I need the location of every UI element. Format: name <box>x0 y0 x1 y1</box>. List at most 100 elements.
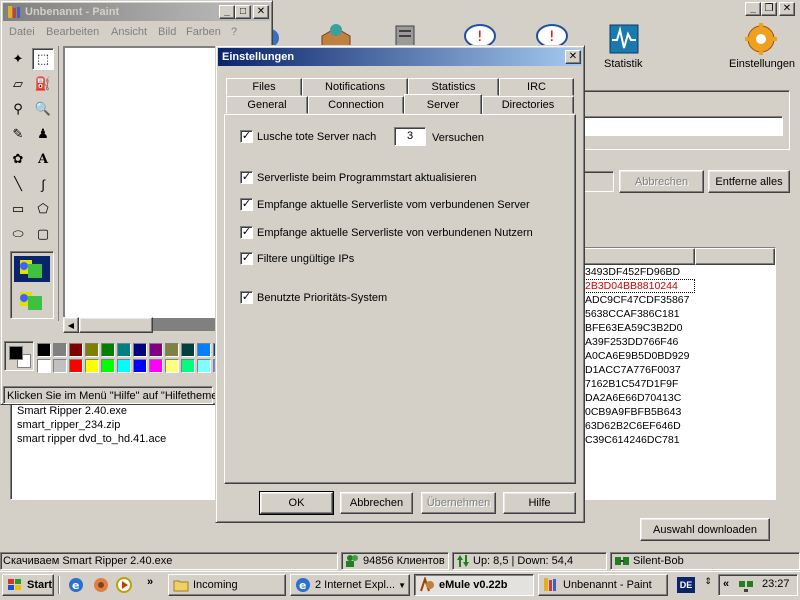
text-tool-icon[interactable]: A <box>32 148 54 170</box>
palette-swatch[interactable] <box>149 359 163 373</box>
list-item[interactable]: smart_ripper_234.zip <box>17 419 120 431</box>
palette-swatch[interactable] <box>181 343 195 357</box>
statistik-label[interactable]: Statistik <box>604 58 643 70</box>
settings-titlebar[interactable]: Einstellungen <box>218 48 582 66</box>
curve-tool-icon[interactable]: ∫ <box>32 173 54 195</box>
tab-connection[interactable]: Connection <box>308 96 404 114</box>
palette-swatch[interactable] <box>117 359 131 373</box>
polygon-tool-icon[interactable]: ⬠ <box>32 198 54 220</box>
task-emule[interactable]: eMule v0.22b <box>414 574 534 596</box>
paint-close-button[interactable]: ✕ <box>253 5 269 19</box>
help-button[interactable]: Hilfe <box>503 492 576 514</box>
hash-cell[interactable]: C39C614246DC781 <box>585 434 680 446</box>
auswahl-downloaden-button[interactable]: Auswahl downloaden <box>640 518 770 541</box>
minimize-button[interactable]: _ <box>745 2 761 16</box>
option-checkbox[interactable]: ✓ <box>240 198 253 211</box>
list-item[interactable]: smart ripper dvd_to_hd.41.ace <box>17 433 166 445</box>
hash-cell[interactable]: 5638CCAF386C181 <box>585 308 680 320</box>
paint-maximize-button[interactable]: □ <box>235 5 251 19</box>
statistics-icon[interactable] <box>609 24 639 54</box>
tab-notifications[interactable]: Notifications <box>302 78 408 96</box>
palette-swatch[interactable] <box>69 343 83 357</box>
close-button[interactable]: ✕ <box>779 2 795 16</box>
palette-swatch[interactable] <box>53 343 67 357</box>
quicklaunch-ie-icon[interactable]: e <box>68 577 84 593</box>
palette-swatch[interactable] <box>37 343 51 357</box>
menu-bild[interactable]: Bild <box>158 26 176 38</box>
menu-farben[interactable]: Farben <box>186 26 221 38</box>
palette-swatch[interactable] <box>85 343 99 357</box>
tab-server[interactable]: Server <box>404 94 482 114</box>
hash-cell[interactable]: 0CB9A9FBFB5B643 <box>585 406 681 418</box>
palette-swatch[interactable] <box>181 359 195 373</box>
ellipse-tool-icon[interactable]: ⬭ <box>7 223 29 245</box>
brush-icon[interactable]: ♟ <box>32 123 54 145</box>
hash-cell[interactable]: ADC9CF47CDF35867 <box>585 294 689 306</box>
maximize-button[interactable]: ❐ <box>761 2 777 16</box>
list-header-column[interactable] <box>580 248 695 265</box>
tray-chevron[interactable]: « <box>723 578 729 590</box>
free-select-icon[interactable]: ✦ <box>7 48 29 70</box>
option-checkbox[interactable]: ✓ <box>240 171 253 184</box>
scroll-left-button[interactable]: ◀ <box>63 317 79 333</box>
option-checkbox[interactable]: ✓ <box>240 291 253 304</box>
tab-directories[interactable]: Directories <box>482 96 574 114</box>
hash-cell[interactable]: 3493DF452FD96BD <box>585 266 680 278</box>
palette-swatch[interactable] <box>165 343 179 357</box>
network-tray-icon[interactable] <box>738 577 754 593</box>
hash-cell[interactable]: 63D62B2C6EF646D <box>585 420 681 432</box>
current-colors-box[interactable] <box>4 341 34 371</box>
menu-ansicht[interactable]: Ansicht <box>111 26 147 38</box>
ok-button[interactable]: OK <box>259 491 334 515</box>
task-paint[interactable]: Unbenannt - Paint <box>538 574 668 596</box>
palette-swatch[interactable] <box>101 343 115 357</box>
paint-canvas[interactable] <box>65 48 225 318</box>
option-checkbox[interactable]: ✓ <box>240 226 253 239</box>
quicklaunch-chevron[interactable]: » <box>147 576 153 588</box>
opaque-option-icon[interactable] <box>14 288 50 314</box>
rect-select-icon[interactable]: ⬚ <box>32 48 54 70</box>
palette-swatch[interactable] <box>165 359 179 373</box>
list-item[interactable]: Smart Ripper 2.40.exe <box>17 405 127 417</box>
eraser-icon[interactable]: ▱ <box>7 73 29 95</box>
palette-swatch[interactable] <box>101 359 115 373</box>
paint-minimize-button[interactable]: _ <box>219 5 235 19</box>
tool-options-box[interactable] <box>10 251 54 319</box>
rectangle-tool-icon[interactable]: ▭ <box>7 198 29 220</box>
settings-close-button[interactable]: ✕ <box>565 50 581 64</box>
airbrush-icon[interactable]: ✿ <box>7 148 29 170</box>
remove-dead-checkbox[interactable]: ✓ <box>240 130 253 143</box>
hash-cell[interactable]: 7162B1C547D1F9F <box>585 378 678 390</box>
settings-gear-icon[interactable] <box>745 22 777 56</box>
einstellungen-label[interactable]: Einstellungen <box>729 58 795 70</box>
palette-swatch[interactable] <box>117 343 131 357</box>
start-button[interactable]: Start <box>2 574 54 596</box>
remove-dead-retries-input[interactable]: 3 <box>394 127 426 146</box>
menu-datei[interactable]: Datei <box>9 26 35 38</box>
menu-help[interactable]: ? <box>231 26 237 38</box>
tab-general[interactable]: General <box>226 96 308 114</box>
palette-swatch[interactable] <box>69 359 83 373</box>
line-tool-icon[interactable]: ╲ <box>7 173 29 195</box>
hash-cell[interactable]: 2B3D04BB8810244 <box>585 280 678 292</box>
transparent-option-icon[interactable] <box>14 256 50 282</box>
tab-irc[interactable]: IRC <box>499 78 574 96</box>
palette-swatch[interactable] <box>197 343 211 357</box>
color-picker-icon[interactable]: ⚲ <box>7 98 29 120</box>
horizontal-scrollbar[interactable]: ◀ <box>63 317 153 333</box>
tab-files[interactable]: Files <box>226 78 302 96</box>
palette-swatch[interactable] <box>197 359 211 373</box>
apply-button[interactable]: Übernehmen <box>421 492 496 514</box>
palette-swatch[interactable] <box>85 359 99 373</box>
clock[interactable]: 23:27 <box>762 578 790 590</box>
menu-bearbeiten[interactable]: Bearbeiten <box>46 26 99 38</box>
palette-swatch[interactable] <box>149 343 163 357</box>
entferne-alles-button[interactable]: Entferne alles <box>708 170 790 193</box>
hash-cell[interactable]: BFE63EA59C3B2D0 <box>585 322 682 334</box>
tray-menu-icon[interactable]: ⇕ <box>702 576 714 594</box>
hash-cell[interactable]: A0CA6E9B5D0BD929 <box>585 350 689 362</box>
hash-cell[interactable]: A39F253DD766F46 <box>585 336 678 348</box>
search-type-input[interactable] <box>580 171 614 192</box>
quicklaunch-app-icon[interactable] <box>92 577 110 593</box>
magnifier-icon[interactable]: 🔍 <box>32 98 54 120</box>
